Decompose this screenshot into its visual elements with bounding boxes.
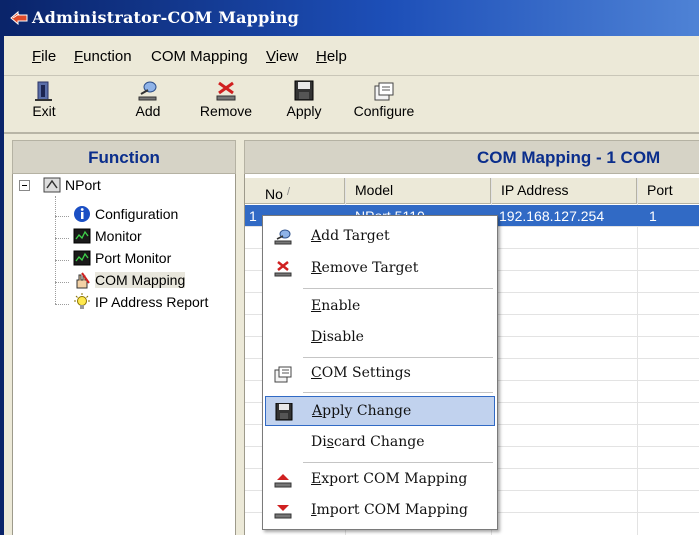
add-icon <box>138 81 157 101</box>
function-panel-title: Function <box>88 148 160 167</box>
column-header-no[interactable]: No / <box>245 178 345 204</box>
lightbulb-icon <box>74 293 90 309</box>
menu-item-apply-change[interactable]: Apply Change <box>265 396 495 426</box>
com-mapping-panel-header: COM Mapping - 1 COM <box>244 140 699 174</box>
nport-device-icon <box>43 177 61 193</box>
cell-ip-address: 192.168.127.254 <box>499 208 605 224</box>
com-mapping-panel-title: COM Mapping - 1 COM <box>477 148 661 167</box>
menu-item-label: Remove Target <box>311 260 419 276</box>
configure-icon <box>374 82 394 101</box>
menu-item-export-com-mapping[interactable]: Export COM Mapping <box>265 465 495 495</box>
menu-item-label: Export COM Mapping <box>311 471 468 487</box>
column-header-port[interactable]: Port <box>637 178 699 204</box>
menu-item-discard-change[interactable]: Discard Change <box>265 428 495 458</box>
remove-icon <box>216 81 236 101</box>
tree-connector <box>55 282 69 283</box>
tree-connector <box>55 216 69 217</box>
menu-item-remove-target[interactable]: Remove Target <box>265 254 495 284</box>
function-panel-header: Function <box>12 140 236 174</box>
remove-label: Remove <box>199 103 253 119</box>
sort-indicator: / <box>287 186 291 198</box>
app-window: Administrator-COM Mapping File Function … <box>0 0 699 535</box>
menu-separator <box>303 288 493 289</box>
title-bar[interactable]: Administrator-COM Mapping <box>4 0 699 36</box>
exit-label: Exit <box>32 103 56 119</box>
menu-bar: File Function COM Mapping View Help <box>4 36 699 76</box>
column-header-model[interactable]: Model <box>345 178 491 204</box>
com-settings-icon <box>274 366 292 383</box>
exit-button[interactable]: Exit <box>26 80 62 130</box>
tree-connector <box>55 238 69 239</box>
port-monitor-icon <box>73 250 91 266</box>
menu-item-com-settings[interactable]: COM Settings <box>265 359 495 389</box>
menu-item-label: Add Target <box>311 228 390 244</box>
monitor-icon <box>73 228 91 244</box>
app-icon <box>10 10 28 25</box>
configure-label: Configure <box>353 103 415 119</box>
remove-button[interactable]: Remove <box>194 80 258 130</box>
apply-label: Apply <box>286 103 322 119</box>
add-label: Add <box>135 103 161 119</box>
import-icon <box>274 505 292 519</box>
add-button[interactable]: Add <box>128 80 168 130</box>
menu-item-disable[interactable]: Disable <box>265 323 495 353</box>
tree-connector <box>55 304 69 305</box>
apply-floppy-icon <box>294 80 314 101</box>
column-header-ip-address[interactable]: IP Address <box>491 178 637 204</box>
context-menu: Add Target Remove Target Enable Disable … <box>262 215 498 530</box>
menu-separator <box>303 392 493 393</box>
menu-view[interactable]: View <box>266 48 298 65</box>
tree-collapse-toggle[interactable] <box>19 180 30 191</box>
minus-icon <box>22 185 27 186</box>
tree-connector <box>55 196 56 304</box>
menu-help[interactable]: Help <box>316 48 347 65</box>
apply-button[interactable]: Apply <box>282 80 326 130</box>
tree-node-label: Port Monitor <box>95 250 172 266</box>
menu-item-label: Apply Change <box>312 403 412 419</box>
tree-node-label: Configuration <box>95 206 179 222</box>
tree-node-label: IP Address Report <box>95 294 209 310</box>
menu-item-label: Import COM Mapping <box>311 502 469 518</box>
export-icon <box>274 474 292 488</box>
menu-item-import-com-mapping[interactable]: Import COM Mapping <box>265 496 495 526</box>
menu-item-label: Disable <box>311 329 364 345</box>
menu-item-label: Discard Change <box>311 434 425 450</box>
menu-item-add-target[interactable]: Add Target <box>265 222 495 252</box>
tree-connector <box>55 260 69 261</box>
info-icon <box>74 206 90 222</box>
apply-change-icon <box>275 403 293 421</box>
add-target-icon <box>274 229 292 245</box>
exit-icon <box>35 81 52 101</box>
menu-item-label: COM Settings <box>311 365 411 381</box>
tree-node-label: NPort <box>65 177 101 193</box>
menu-item-label: Enable <box>311 298 361 314</box>
menu-separator <box>303 462 493 463</box>
remove-target-icon <box>274 261 292 277</box>
menu-item-enable[interactable]: Enable <box>265 292 495 322</box>
function-tree-panel: NPort Configuration Monitor Port Monitor <box>12 174 236 535</box>
menu-separator <box>303 357 493 358</box>
menu-file[interactable]: File <box>32 48 56 65</box>
configure-button[interactable]: Configure <box>348 80 420 130</box>
com-mapping-hand-icon <box>76 272 90 289</box>
cell-port: 1 <box>649 208 657 224</box>
tree-node-label: COM Mapping <box>95 272 186 288</box>
cell-no: 1 <box>249 208 257 224</box>
tree-node-label: Monitor <box>95 228 142 244</box>
toolbar: Exit Add Remove Apply Configure <box>4 76 699 134</box>
menu-function[interactable]: Function <box>74 48 132 65</box>
menu-com-mapping[interactable]: COM Mapping <box>151 48 248 65</box>
window-title: Administrator-COM Mapping <box>32 8 299 27</box>
